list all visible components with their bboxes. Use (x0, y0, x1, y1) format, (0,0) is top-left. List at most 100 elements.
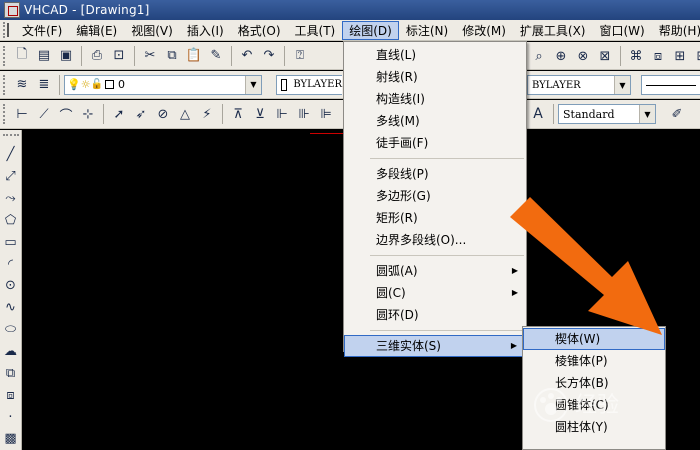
menu-extended-tools[interactable]: 扩展工具(X) (513, 21, 593, 40)
undo-icon[interactable]: ↶ (238, 47, 256, 65)
menu-item-polygon[interactable]: 多边形(G) (344, 185, 526, 207)
menu-item-rectangle[interactable]: 矩形(R) (344, 207, 526, 229)
chevron-down-icon[interactable]: ▼ (639, 105, 655, 123)
circle-icon[interactable]: ⊙ (2, 277, 20, 295)
toolbar-separator (134, 45, 135, 66)
menu-item-3d-solids[interactable]: 三维实体(S) ▶ (344, 335, 526, 357)
menu-item-circle[interactable]: 圆(C) ▶ (344, 282, 526, 304)
continue-icon[interactable]: ⊻ (251, 105, 269, 123)
layer-properties-icon[interactable]: ≣ (35, 76, 53, 94)
zoom-extents-icon[interactable]: ⊗ (574, 47, 592, 65)
menu-item-boundary-polyline[interactable]: 边界多段线(O)... (344, 229, 526, 251)
menu-modify[interactable]: 修改(M) (455, 21, 513, 40)
open-folder-icon[interactable]: ▤ (35, 47, 53, 65)
select-arrow-icon[interactable]: ➚ (110, 105, 128, 123)
paste-icon[interactable]: 📋 (185, 47, 203, 65)
document-icon[interactable] (7, 23, 9, 37)
menu-item-line[interactable]: 直线(L) (344, 44, 526, 66)
hatch-icon[interactable]: ▩ (2, 430, 20, 448)
menu-item-multiline[interactable]: 多线(M) (344, 110, 526, 132)
menu-item-ray[interactable]: 射线(R) (344, 66, 526, 88)
toolbar-separator (222, 104, 223, 124)
insert-block-icon[interactable]: ⧈ (649, 47, 667, 65)
print-icon[interactable]: ⎙ (88, 47, 106, 65)
point-icon[interactable]: · (2, 408, 20, 426)
spline-icon[interactable]: ∿ (2, 299, 20, 317)
make-block-icon[interactable]: ⧈ (2, 386, 20, 404)
diameter-icon[interactable]: ⊘ (154, 105, 172, 123)
menu-tools[interactable]: 工具(T) (288, 21, 343, 40)
construction-line-icon[interactable]: ⤢ (2, 168, 20, 186)
tolerance-icon[interactable]: ⊩ (273, 105, 291, 123)
menu-help[interactable]: 帮助(H) (652, 21, 700, 40)
match-properties-icon[interactable]: ✎ (207, 47, 225, 65)
lineweight-combo[interactable] (641, 75, 700, 95)
menu-item-arc[interactable]: 圆弧(A) ▶ (344, 260, 526, 282)
copy-icon[interactable]: ⧉ (163, 47, 181, 65)
ellipse-icon[interactable]: ⬭ (2, 321, 20, 339)
ordinate-icon[interactable]: ⊹ (79, 105, 97, 123)
radius-icon[interactable]: ➶ (132, 105, 150, 123)
menu-format[interactable]: 格式(O) (231, 21, 288, 40)
menu-edit[interactable]: 编辑(E) (69, 21, 124, 40)
menu-item-donut[interactable]: 圆环(D) (344, 304, 526, 326)
xref-icon[interactable]: ⊞ (671, 47, 689, 65)
menubar-grip[interactable] (3, 22, 5, 38)
menu-item-sketch[interactable]: 徒手画(F) (344, 132, 526, 154)
chevron-down-icon[interactable]: ▼ (245, 75, 261, 94)
toolbar-grip[interactable] (3, 74, 8, 95)
arc-icon[interactable]: ◜ (2, 255, 20, 273)
zoom-previous-icon[interactable]: ⊕ (552, 47, 570, 65)
cut-icon[interactable]: ✂ (141, 47, 159, 65)
zoom-window-icon[interactable]: ⌕ (530, 47, 548, 65)
polyline-icon[interactable]: ⤳ (2, 190, 20, 208)
polygon-icon[interactable]: ⬠ (2, 211, 20, 229)
layer-unlock-icon: 🔓 (90, 79, 104, 90)
text-style-combo[interactable]: Standard ▼ (558, 104, 656, 124)
layer-combo[interactable]: 💡 ☼ 🔓 0 ▼ (64, 74, 262, 95)
color-combo[interactable]: BYLAYER (276, 74, 342, 95)
new-file-icon[interactable]: 🗋 (13, 47, 31, 65)
block-icon[interactable]: ⌘ (627, 47, 645, 65)
aligned-dimension-icon[interactable]: ⟋ (35, 105, 53, 123)
zoom-all-icon[interactable]: ⊠ (596, 47, 614, 65)
rectangle-icon[interactable]: ▭ (2, 233, 20, 251)
layer-color-swatch (105, 80, 115, 89)
linetype-combo[interactable]: BYLAYER ▼ (527, 75, 631, 95)
print-preview-icon[interactable]: ⊡ (110, 47, 128, 65)
linetype-value: BYLAYER (532, 79, 581, 91)
menu-item-construction-line[interactable]: 构造线(I) (344, 88, 526, 110)
app-icon[interactable] (4, 2, 20, 18)
center-mark-icon[interactable]: ⊪ (295, 105, 313, 123)
submenu-item-pyramid[interactable]: 棱锥体(P) (523, 350, 665, 372)
layer-states-icon[interactable]: ≋ (13, 76, 31, 94)
menu-dimension[interactable]: 标注(N) (399, 21, 455, 40)
toolbar-grip[interactable] (3, 45, 8, 66)
dimension-edit-icon[interactable]: ⊫ (317, 105, 335, 123)
menu-bar: 文件(F) 编辑(E) 视图(V) 插入(I) 格式(O) 工具(T) 绘图(D… (0, 20, 700, 41)
menu-file[interactable]: 文件(F) (15, 21, 69, 40)
toolbar-grip[interactable] (2, 134, 19, 138)
menu-item-polyline[interactable]: 多段线(P) (344, 163, 526, 185)
baseline-icon[interactable]: ⊼ (229, 105, 247, 123)
text-style-icon[interactable]: A (529, 105, 547, 123)
menu-draw[interactable]: 绘图(D) (342, 20, 399, 40)
help-icon[interactable]: ⍰ (291, 47, 309, 65)
chevron-down-icon[interactable]: ▼ (614, 76, 630, 94)
dimension-style-icon[interactable]: ✐ (668, 105, 686, 123)
menu-insert[interactable]: 插入(I) (180, 21, 231, 40)
layer-manager-icon[interactable]: ⊟ (693, 47, 700, 65)
linear-dimension-icon[interactable]: ⊢ (13, 105, 31, 123)
arc-length-icon[interactable]: ⌒ (57, 105, 75, 124)
save-icon[interactable]: ▣ (57, 47, 75, 65)
menu-window[interactable]: 窗口(W) (593, 21, 652, 40)
quick-dimension-icon[interactable]: ⚡ (198, 105, 216, 123)
redo-icon[interactable]: ↷ (260, 47, 278, 65)
angular-icon[interactable]: △ (176, 105, 194, 123)
line-icon[interactable]: ╱ (2, 146, 20, 164)
toolbar-grip[interactable] (3, 104, 8, 124)
insert-block-icon[interactable]: ⧉ (2, 364, 20, 382)
menu-view[interactable]: 视图(V) (124, 21, 180, 40)
revision-cloud-icon[interactable]: ☁ (2, 343, 20, 361)
toolbar-separator (59, 74, 60, 95)
